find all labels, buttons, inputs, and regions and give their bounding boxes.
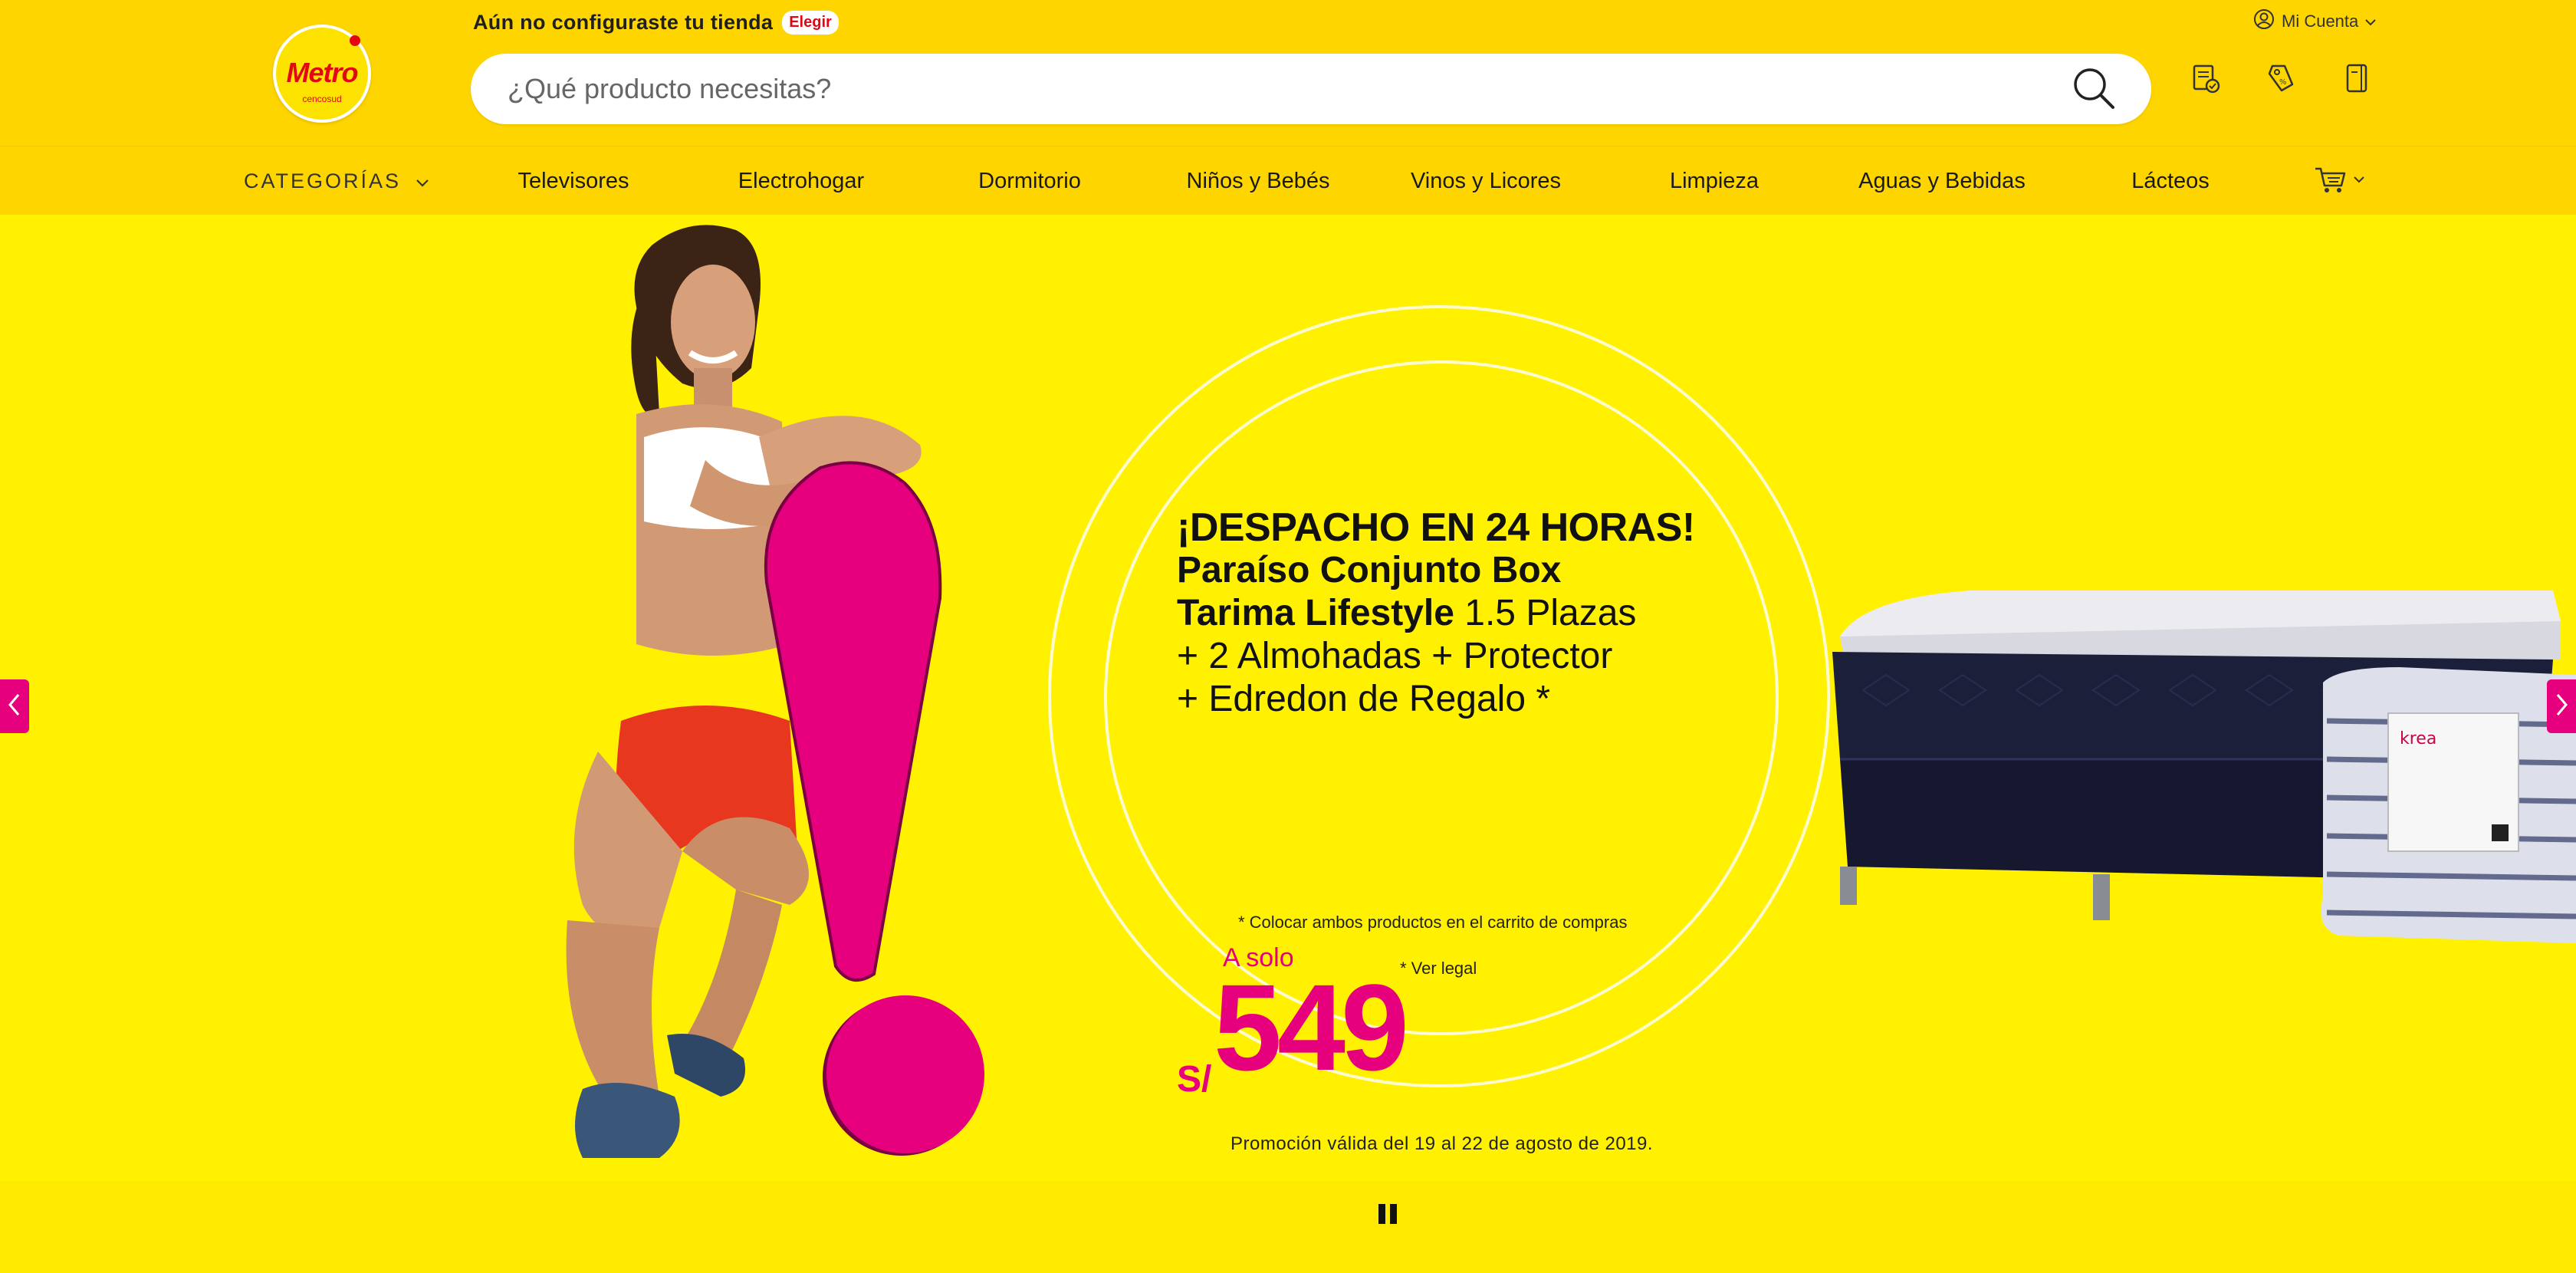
carousel-pause-button[interactable] [1378,1204,1397,1224]
carousel-prev-button[interactable] [0,679,29,733]
categories-label: CATEGORÍAS [244,169,402,192]
price-currency: S/ [1177,1059,1212,1100]
search-button[interactable] [2070,66,2118,113]
account-menu[interactable]: Mi Cuenta [2252,8,2377,35]
promo-text: ¡DESPACHO EN 24 HORAS! Paraíso Conjunto … [1177,505,1760,1100]
store-selector: Aún no configuraste tu tienda Elegir [473,9,839,35]
choose-store-button[interactable]: Elegir [782,10,839,35]
chevron-right-icon [2554,692,2569,722]
logo-subtitle: cencosud [302,94,342,104]
pillow-brand: krea [2400,729,2436,748]
exclamation-dot [826,995,984,1153]
category-nav: CATEGORÍAS Televisores Electrohogar Dorm… [0,146,2576,215]
logo-wordmark: Metro [286,57,359,88]
product-name-line2: Tarima Lifestyle 1.5 Plazas [1177,592,1760,635]
store-prompt: Aún no configuraste tu tienda [473,10,774,34]
chevron-left-icon [7,692,22,722]
product-size: 1.5 Plazas [1464,593,1637,633]
orders-button[interactable] [2187,61,2223,98]
svg-text:%: % [2279,78,2287,87]
categories-menu-button[interactable]: CATEGORÍAS [244,146,430,215]
metro-logo[interactable]: Metro cencosud [273,25,371,123]
nav-item-vinos-licores[interactable]: Vinos y Licores [1411,146,1561,215]
site-header: Metro cencosud Aún no configuraste tu ti… [0,0,2576,146]
hero-banner[interactable]: ¡DESPACHO EN 24 HORAS! Paraíso Conjunto … [0,215,2576,1273]
product-name-bold: Tarima Lifestyle [1177,593,1454,633]
promo-validity: Promoción válida del 19 al 22 de agosto … [1230,1133,1654,1154]
nav-item-ninos-bebes[interactable]: Niños y Bebés [1187,146,1330,215]
exclamation-graphic [759,460,951,989]
pause-icon-bar [1378,1204,1385,1224]
nav-item-electrohogar[interactable]: Electrohogar [738,146,864,215]
user-icon [2252,8,2275,35]
list-icon [2340,61,2374,99]
list-button[interactable] [2338,61,2375,98]
legal-link[interactable]: * Ver legal [1400,959,1477,979]
carousel-next-button[interactable] [2547,679,2576,733]
coupons-button[interactable]: % [2263,61,2300,98]
logo-dot [350,35,360,46]
account-label: Mi Cuenta [2282,12,2359,31]
product-name-line1: Paraíso Conjunto Box [1177,550,1562,590]
nav-item-lacteos[interactable]: Lácteos [2131,146,2210,215]
coupon-tag-icon: % [2265,61,2298,99]
cart-note: * Colocar ambos productos en el carrito … [1238,913,1628,932]
price-amount: 549 [1214,959,1409,1096]
product-extras-line2: + Edredon de Regalo * [1177,679,1551,719]
chevron-down-icon [415,169,430,193]
bed-product-image: krea [1817,575,2576,1112]
promo-headline: ¡DESPACHO EN 24 HORAS! [1177,505,1695,550]
cart-button[interactable] [2314,162,2366,200]
search-bar [471,54,2151,124]
product-extras-line1: + 2 Almohadas + Protector [1177,636,1613,676]
nav-item-limpieza[interactable]: Limpieza [1670,146,1759,215]
orders-icon [2188,61,2222,99]
search-icon [2070,64,2118,116]
nav-item-dormitorio[interactable]: Dormitorio [978,146,1081,215]
nav-item-aguas-bebidas[interactable]: Aguas y Bebidas [1858,146,2026,215]
search-input[interactable] [508,54,1964,124]
pause-icon-bar [1390,1204,1397,1224]
cart-icon [2314,164,2348,199]
chevron-down-icon [2364,12,2377,31]
nav-item-televisores[interactable]: Televisores [518,146,629,215]
banner-footer-strip [0,1181,2576,1273]
chevron-down-icon [2352,174,2366,188]
